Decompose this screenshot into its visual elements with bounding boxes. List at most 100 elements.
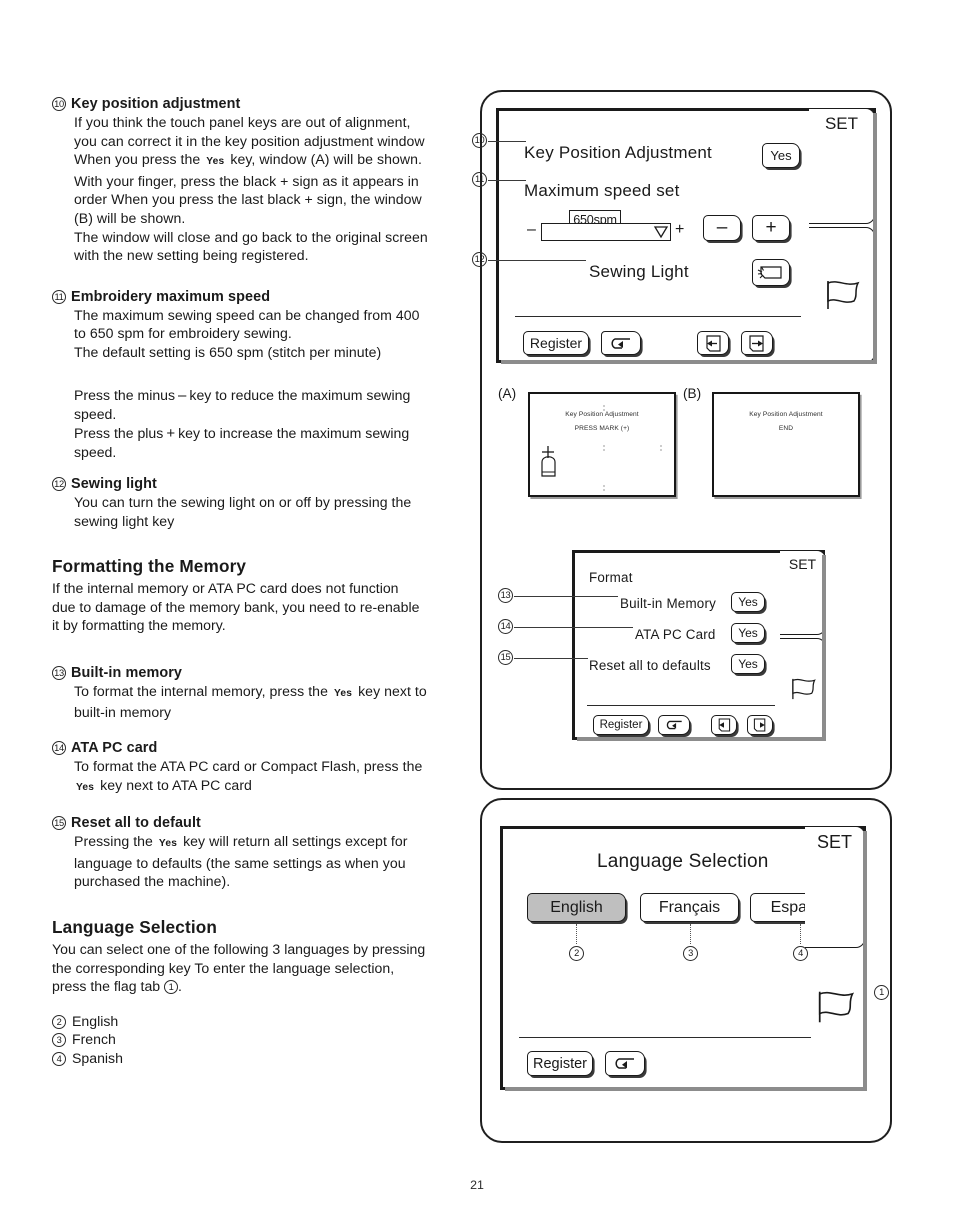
previous-page-button[interactable] xyxy=(711,715,737,735)
built-in-memory-label: Built-in Memory xyxy=(620,596,717,611)
minus-symbol: – xyxy=(178,386,187,404)
body-text: key next to ATA PC card xyxy=(100,776,252,793)
flag-icon[interactable] xyxy=(811,987,859,1027)
ata-pc-card-label: ATA PC Card xyxy=(635,627,716,642)
leader-line xyxy=(576,924,577,944)
body-text: key will return all settings except for xyxy=(183,833,408,850)
section-formatting-the-memory: Formatting the Memory If the internal me… xyxy=(52,556,472,635)
body-line: the corresponding key To enter the langu… xyxy=(52,959,395,976)
flag-tab[interactable] xyxy=(809,227,875,363)
body-line-with-key: When you press the Yes key, window (A) w… xyxy=(74,150,472,172)
speed-increase-button[interactable]: + xyxy=(752,215,790,241)
speed-decrease-button[interactable]: – xyxy=(703,215,741,241)
callout-4: 4 xyxy=(793,946,808,961)
leader-line xyxy=(514,658,588,659)
slider-thumb-icon[interactable] xyxy=(653,226,670,240)
back-button[interactable] xyxy=(605,1051,645,1076)
flag-icon xyxy=(826,281,859,309)
callout-number: 11 xyxy=(52,289,66,305)
set-tab[interactable]: SET xyxy=(805,826,865,948)
section-body: You can turn the sewing light on or off … xyxy=(74,493,472,530)
body-line: (B) will be shown. xyxy=(74,209,186,226)
section-sewing-light: 12 Sewing light You can turn the sewing … xyxy=(52,476,472,530)
body-text: key to reduce the maximum sewing xyxy=(189,386,411,403)
leader-line xyxy=(488,141,526,142)
leader-line xyxy=(690,924,691,944)
yes-label: Yes xyxy=(738,657,758,671)
reset-all-yes-button[interactable]: Yes xyxy=(731,654,765,674)
yes-label: Yes xyxy=(738,626,758,640)
page-subtitle: Language Selection xyxy=(52,917,218,938)
footer-divider xyxy=(587,705,775,706)
body-text: When you press the xyxy=(74,151,205,168)
body-line: language to defaults (the same settings … xyxy=(74,854,406,871)
key-position-yes-button[interactable]: Yes xyxy=(762,143,800,168)
previous-page-button[interactable] xyxy=(697,331,729,355)
section-heading: 11 Embroidery maximum speed xyxy=(52,289,472,305)
body-text: key next to xyxy=(358,682,427,699)
back-button[interactable] xyxy=(601,331,641,355)
register-button[interactable]: Register xyxy=(593,715,649,735)
section-heading: 15 Reset all to default xyxy=(52,815,472,831)
next-page-button[interactable] xyxy=(747,715,773,735)
ata-pc-card-yes-button[interactable]: Yes xyxy=(731,623,765,643)
page-subtitle: Formatting the Memory xyxy=(52,556,247,577)
flag-tab-callout: 1 xyxy=(164,980,179,995)
next-page-button[interactable] xyxy=(741,331,773,355)
window-b-body: END xyxy=(778,425,794,432)
slider-minus-label: – xyxy=(527,221,537,238)
section-body: You can select one of the following 3 la… xyxy=(52,940,472,996)
leader-line xyxy=(800,924,801,944)
set-tab[interactable]: SET xyxy=(780,550,826,635)
back-button[interactable] xyxy=(658,715,690,735)
set-tab-label: SET xyxy=(816,832,852,852)
window-b-title: Key Position Adjustment xyxy=(749,411,823,418)
register-label: Register xyxy=(529,335,583,351)
body-line: speed. xyxy=(74,406,117,423)
window-a: Key Position Adjustment PRESS MARK (+) xyxy=(528,392,676,497)
body-line: sewing light key xyxy=(74,512,175,529)
set-tab[interactable]: SET xyxy=(809,108,875,224)
callout-number: 2 xyxy=(52,1012,66,1030)
minus-icon: – xyxy=(716,217,728,238)
callout-number: 4 xyxy=(52,1049,66,1067)
list-item: 2 English xyxy=(52,1012,472,1030)
section-title: Sewing light xyxy=(71,475,157,492)
body-text: Press the minus xyxy=(74,386,176,403)
slider-plus-label: + xyxy=(675,221,685,238)
body-line: You can select one of the following 3 la… xyxy=(52,941,426,958)
body-line: order When you press the last black + si… xyxy=(74,191,422,208)
body-line: The default setting is 650 spm (stitch p… xyxy=(74,343,382,360)
sewing-light-button[interactable] xyxy=(752,259,790,286)
section-body: To format the ATA PC card or Compact Fla… xyxy=(74,757,472,797)
format-title: Format xyxy=(589,570,633,585)
section-title: Embroidery maximum speed xyxy=(71,288,271,305)
body-line-with-key: Pressing the Yes key will return all set… xyxy=(74,832,472,854)
body-line: If the internal memory or ATA PC card do… xyxy=(52,580,399,597)
flag-tab[interactable] xyxy=(780,638,826,740)
page-right-icon xyxy=(749,334,764,352)
register-button[interactable]: Register xyxy=(523,331,589,355)
register-button[interactable]: Register xyxy=(527,1051,593,1076)
body-text: key to increase the maximum sewing xyxy=(178,424,410,441)
language-option-francais[interactable]: Français xyxy=(640,893,739,922)
format-screen: Format Built-in Memory Yes ATA PC Card Y… xyxy=(572,550,826,741)
speed-slider-track[interactable] xyxy=(541,223,671,241)
body-line: If you think the touch panel keys are ou… xyxy=(74,114,411,130)
section-reset-all-to-default: 15 Reset all to default Pressing the Yes… xyxy=(52,815,472,891)
callout-2: 2 xyxy=(569,946,584,961)
built-in-memory-yes-button[interactable]: Yes xyxy=(731,592,765,612)
maximum-speed-set-label: Maximum speed set xyxy=(524,181,680,200)
body-line: built-in memory xyxy=(74,704,172,721)
language-option-english[interactable]: English xyxy=(527,893,626,922)
footer-divider xyxy=(519,1037,811,1038)
window-a-label: (A) xyxy=(498,386,517,401)
section-key-position-adjustment: 10 Key position adjustment If you think … xyxy=(52,96,472,265)
leader-line xyxy=(488,260,586,261)
minus-key-paragraph: Press the minus – key to reduce the maximu… xyxy=(74,386,472,462)
language-label: Français xyxy=(658,898,721,916)
body-text: . xyxy=(178,978,182,995)
sewing-light-icon xyxy=(757,266,782,279)
body-line: With your finger, press the black + sign… xyxy=(74,172,419,189)
callout-3: 3 xyxy=(683,946,698,961)
